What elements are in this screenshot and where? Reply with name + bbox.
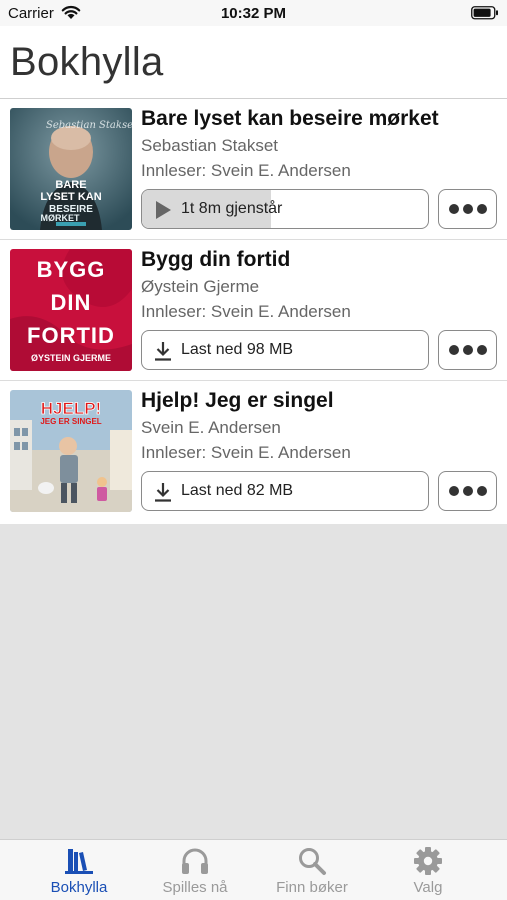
tab-bokhylla[interactable]: Bokhylla	[24, 840, 134, 900]
book-cover[interactable]: HJELP! JEG ER SINGEL	[10, 390, 132, 512]
book-author: Svein E. Andersen	[141, 418, 281, 437]
book-author: Øystein Gjerme	[141, 277, 260, 296]
cover-signature: Sebastian Stakset	[46, 120, 132, 131]
book-narrator: Innleser: Svein E. Andersen	[141, 302, 351, 321]
tab-label: Finn bøker	[276, 879, 348, 896]
tab-spilles-na[interactable]: Spilles nå	[140, 840, 250, 900]
cover-line: JEG ER SINGEL	[40, 417, 101, 426]
more-icon	[449, 204, 487, 214]
cover-line: LYSET KAN	[40, 191, 101, 203]
gear-icon	[414, 847, 442, 875]
more-icon	[449, 486, 487, 496]
book-list: Sebastian Stakset BARE LYSET KAN BESEIRE…	[0, 99, 507, 524]
headphones-icon	[182, 848, 208, 874]
cover-line: BYGG	[37, 257, 106, 282]
tab-valg[interactable]: Valg	[373, 840, 483, 900]
more-icon	[449, 345, 487, 355]
book-cover[interactable]: Sebastian Stakset BARE LYSET KAN BESEIRE…	[10, 108, 132, 230]
download-icon	[155, 483, 171, 502]
download-label: Last ned 82 MB	[181, 482, 294, 499]
book-title[interactable]: Hjelp! Jeg er singel	[141, 389, 334, 413]
book-cover-art: HJELP! JEG ER SINGEL	[10, 390, 132, 512]
book-title[interactable]: Bare lyset kan beseire mørket	[141, 107, 439, 131]
remaining-time-label: 1t 8m gjenstår	[181, 200, 283, 217]
book-title[interactable]: Bygg din fortid	[141, 248, 290, 272]
status-bar: Carrier 10:32 PM	[0, 0, 507, 26]
play-icon	[156, 201, 171, 219]
tab-label: Spilles nå	[162, 879, 228, 896]
cover-author: ØYSTEIN GJERME	[31, 353, 111, 363]
book-cover-art: Sebastian Stakset BARE LYSET KAN BESEIRE…	[10, 108, 132, 230]
cover-line: BARE	[55, 179, 86, 191]
more-options-button[interactable]	[438, 189, 497, 229]
cover-line: FORTID	[27, 323, 115, 348]
cover-line: DIN	[51, 290, 92, 315]
book-narrator: Innleser: Svein E. Andersen	[141, 161, 351, 180]
download-button[interactable]: Last ned 82 MB	[141, 471, 429, 511]
book-cover[interactable]: BYGG DIN FORTID ØYSTEIN GJERME	[10, 249, 132, 371]
play-button[interactable]: 1t 8m gjenstår	[141, 189, 429, 229]
book-row[interactable]: BYGG DIN FORTID ØYSTEIN GJERME Bygg din …	[0, 240, 507, 381]
tab-label: Valg	[413, 879, 443, 896]
book-cover-art: BYGG DIN FORTID ØYSTEIN GJERME	[10, 249, 132, 371]
book-narrator: Innleser: Svein E. Andersen	[141, 443, 351, 462]
page-title: Bokhylla	[10, 40, 164, 84]
more-options-button[interactable]	[438, 330, 497, 370]
tab-label: Bokhylla	[50, 879, 108, 896]
download-label: Last ned 98 MB	[181, 341, 294, 358]
download-icon	[155, 342, 171, 361]
search-icon	[299, 848, 326, 875]
header: Bokhylla	[0, 26, 507, 99]
bookshelf-icon	[65, 849, 93, 874]
cover-line: HJELP!	[41, 399, 101, 418]
tab-bar: Bokhylla Spilles nå Finn bøker Valg	[0, 839, 507, 900]
download-button[interactable]: Last ned 98 MB	[141, 330, 429, 370]
more-options-button[interactable]	[438, 471, 497, 511]
clock-time: 10:32 PM	[220, 5, 287, 22]
battery-icon	[471, 6, 498, 20]
book-row[interactable]: HJELP! JEG ER SINGEL Hjelp! Jeg er singe…	[0, 381, 507, 524]
cover-line: MØRKET	[41, 213, 80, 223]
book-row[interactable]: Sebastian Stakset BARE LYSET KAN BESEIRE…	[0, 99, 507, 240]
book-author: Sebastian Stakset	[141, 136, 279, 155]
tab-finn-boker[interactable]: Finn bøker	[257, 840, 367, 900]
